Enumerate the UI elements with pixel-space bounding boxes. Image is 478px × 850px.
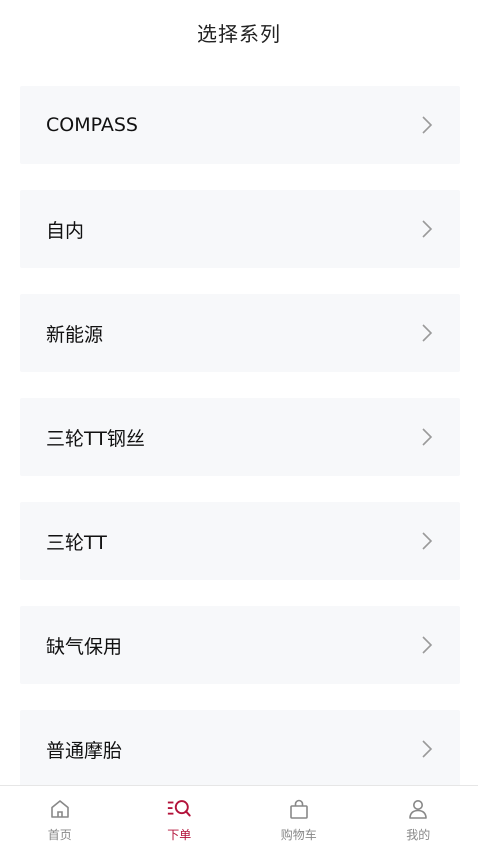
tab-label: 首页 (47, 828, 72, 842)
user-icon (405, 796, 431, 822)
tab-cart[interactable]: 购物车 (239, 786, 359, 850)
shopping-bag-icon (286, 796, 312, 822)
series-item-label: 三轮TT (46, 531, 107, 554)
series-item-run-flat[interactable]: 缺气保用 (20, 606, 460, 684)
chevron-right-icon (420, 218, 434, 240)
order-search-icon (166, 796, 192, 822)
series-item-label: 新能源 (46, 323, 104, 346)
series-item-label: 缺气保用 (46, 635, 123, 658)
tab-label: 购物车 (280, 828, 317, 842)
chevron-right-icon (420, 530, 434, 552)
tab-home[interactable]: 首页 (0, 786, 120, 850)
series-item-compass[interactable]: COMPASS (20, 86, 460, 164)
tab-mine[interactable]: 我的 (359, 786, 478, 850)
chevron-right-icon (420, 322, 434, 344)
chevron-right-icon (420, 114, 434, 136)
chevron-right-icon (420, 426, 434, 448)
page-title: 选择系列 (197, 21, 281, 46)
tab-order[interactable]: 下单 (120, 786, 240, 850)
tab-label: 我的 (406, 828, 431, 842)
header: 选择系列 (0, 0, 478, 64)
series-item-new-energy[interactable]: 新能源 (20, 294, 460, 372)
chevron-right-icon (420, 738, 434, 760)
series-item-label: COMPASS (46, 114, 138, 136)
series-item-label: 三轮TT钢丝 (46, 427, 145, 450)
page: 选择系列 COMPASS 自内 新能源 三轮TT钢丝 三轮TT 缺气保用 普通摩… (0, 0, 478, 850)
series-item-tricycle-tt-steel[interactable]: 三轮TT钢丝 (20, 398, 460, 476)
series-item-regular-moto[interactable]: 普通摩胎 (20, 710, 460, 788)
series-item-label: 普通摩胎 (46, 739, 123, 762)
series-item-label: 自内 (46, 219, 85, 242)
series-list: COMPASS 自内 新能源 三轮TT钢丝 三轮TT 缺气保用 普通摩胎 (20, 86, 460, 814)
chevron-right-icon (420, 634, 434, 656)
series-item-zinei[interactable]: 自内 (20, 190, 460, 268)
tab-label: 下单 (167, 828, 192, 842)
bottom-tab-bar: 首页 下单 购物车 我的 (0, 785, 478, 850)
series-item-tricycle-tt[interactable]: 三轮TT (20, 502, 460, 580)
home-icon (47, 796, 73, 822)
